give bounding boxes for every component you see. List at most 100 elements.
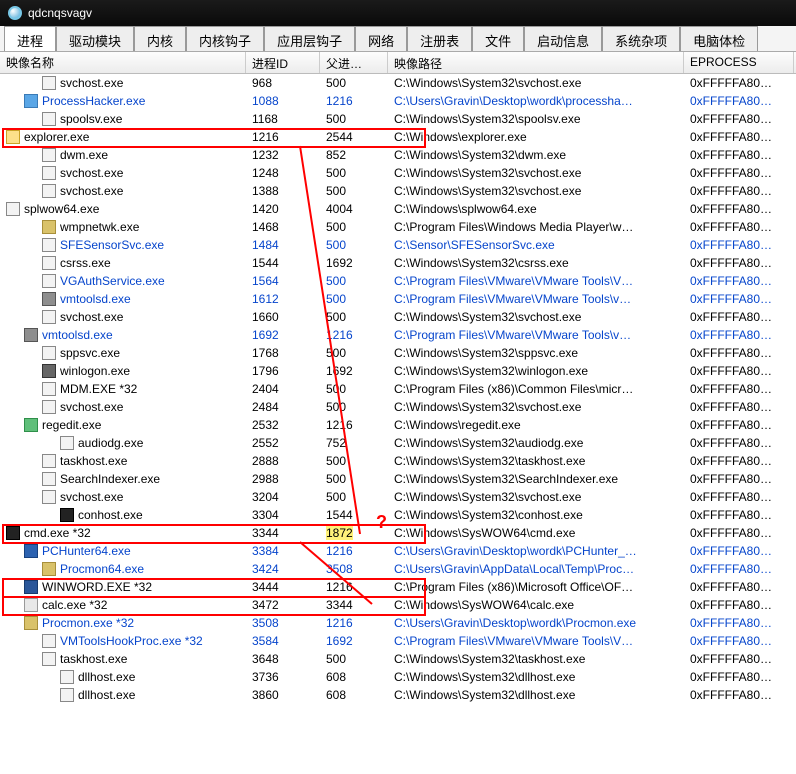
table-row[interactable]: Procmon.exe *3235081216C:\Users\Gravin\D… [0,614,796,632]
table-row[interactable]: SFESensorSvc.exe1484500C:\Sensor\SFESens… [0,236,796,254]
process-icon [42,346,56,360]
col-header-ppid[interactable]: 父进… [320,52,388,73]
eprocess-cell: 0xFFFFFA80… [684,308,794,326]
table-row[interactable]: wmpnetwk.exe1468500C:\Program Files\Wind… [0,218,796,236]
process-icon [42,220,56,234]
table-row[interactable]: PCHunter64.exe33841216C:\Users\Gravin\De… [0,542,796,560]
path-cell: C:\Program Files\VMware\VMware Tools\V… [388,632,684,650]
ppid-cell: 1216 [320,416,388,434]
pid-cell: 3860 [246,686,320,704]
table-row[interactable]: svchost.exe2484500C:\Windows\System32\sv… [0,398,796,416]
annotation-question-mark: ? [376,512,387,533]
process-icon [42,76,56,90]
table-row[interactable]: WINWORD.EXE *3234441216C:\Program Files … [0,578,796,596]
col-header-eprocess[interactable]: EPROCESS [684,52,794,73]
tab-10[interactable]: 电脑体检 [680,26,758,51]
process-icon [42,292,56,306]
process-name: VGAuthService.exe [60,272,165,290]
tab-7[interactable]: 文件 [472,26,524,51]
eprocess-cell: 0xFFFFFA80… [684,344,794,362]
table-row[interactable]: taskhost.exe2888500C:\Windows\System32\t… [0,452,796,470]
table-row[interactable]: svchost.exe1388500C:\Windows\System32\sv… [0,182,796,200]
process-icon [6,526,20,540]
table-row[interactable]: SearchIndexer.exe2988500C:\Windows\Syste… [0,470,796,488]
eprocess-cell: 0xFFFFFA80… [684,686,794,704]
process-icon [42,112,56,126]
tab-5[interactable]: 网络 [355,26,407,51]
ppid-cell: 1216 [320,578,388,596]
col-header-image-name[interactable]: 映像名称 [0,52,246,73]
eprocess-cell: 0xFFFFFA80… [684,632,794,650]
pid-cell: 3384 [246,542,320,560]
table-row[interactable]: vmtoolsd.exe16921216C:\Program Files\VMw… [0,326,796,344]
eprocess-cell: 0xFFFFFA80… [684,668,794,686]
eprocess-cell: 0xFFFFFA80… [684,578,794,596]
col-header-path[interactable]: 映像路径 [388,52,684,73]
process-name: PCHunter64.exe [42,542,131,560]
table-row[interactable]: Procmon64.exe34243508C:\Users\Gravin\App… [0,560,796,578]
process-icon [42,562,56,576]
pid-cell: 2888 [246,452,320,470]
table-row[interactable]: dllhost.exe3736608C:\Windows\System32\dl… [0,668,796,686]
table-row[interactable]: svchost.exe3204500C:\Windows\System32\sv… [0,488,796,506]
table-row[interactable]: cmd.exe *3233441872C:\Windows\SysWOW64\c… [0,524,796,542]
table-row[interactable]: explorer.exe12162544C:\Windows\explorer.… [0,128,796,146]
process-name: taskhost.exe [60,650,127,668]
ppid-cell: 500 [320,650,388,668]
tab-3[interactable]: 内核钩子 [186,26,264,51]
table-row[interactable]: VGAuthService.exe1564500C:\Program Files… [0,272,796,290]
path-cell: C:\Users\Gravin\Desktop\wordk\PCHunter_… [388,542,684,560]
ppid-cell: 852 [320,146,388,164]
eprocess-cell: 0xFFFFFA80… [684,200,794,218]
table-row[interactable]: dllhost.exe3860608C:\Windows\System32\dl… [0,686,796,704]
table-row[interactable]: splwow64.exe14204004C:\Windows\splwow64.… [0,200,796,218]
process-name: conhost.exe [78,506,143,524]
pid-cell: 3204 [246,488,320,506]
process-name: dllhost.exe [78,668,135,686]
eprocess-cell: 0xFFFFFA80… [684,362,794,380]
pid-cell: 1468 [246,218,320,236]
path-cell: C:\Windows\System32\dwm.exe [388,146,684,164]
table-row[interactable]: vmtoolsd.exe1612500C:\Program Files\VMwa… [0,290,796,308]
table-row[interactable]: svchost.exe1660500C:\Windows\System32\sv… [0,308,796,326]
table-row[interactable]: regedit.exe25321216C:\Windows\regedit.ex… [0,416,796,434]
table-row[interactable]: svchost.exe1248500C:\Windows\System32\sv… [0,164,796,182]
process-icon [24,94,38,108]
table-row[interactable]: svchost.exe968500C:\Windows\System32\svc… [0,74,796,92]
tab-1[interactable]: 驱动模块 [56,26,134,51]
process-icon [42,634,56,648]
col-header-pid[interactable]: 进程ID [246,52,320,73]
table-row[interactable]: conhost.exe33041544C:\Windows\System32\c… [0,506,796,524]
path-cell: C:\Windows\System32\svchost.exe [388,164,684,182]
process-icon [42,166,56,180]
process-name: taskhost.exe [60,452,127,470]
path-cell: C:\Program Files\VMware\VMware Tools\v… [388,326,684,344]
tab-0[interactable]: 进程 [4,26,56,51]
tab-4[interactable]: 应用层钩子 [264,26,355,51]
table-row[interactable]: MDM.EXE *322404500C:\Program Files (x86)… [0,380,796,398]
tab-9[interactable]: 系统杂项 [602,26,680,51]
table-row[interactable]: calc.exe *3234723344C:\Windows\SysWOW64\… [0,596,796,614]
eprocess-cell: 0xFFFFFA80… [684,614,794,632]
table-row[interactable]: dwm.exe1232852C:\Windows\System32\dwm.ex… [0,146,796,164]
table-row[interactable]: audiodg.exe2552752C:\Windows\System32\au… [0,434,796,452]
table-row[interactable]: VMToolsHookProc.exe *3235841692C:\Progra… [0,632,796,650]
tab-bar: 进程驱动模块内核内核钩子应用层钩子网络注册表文件启动信息系统杂项电脑体检 [0,26,796,52]
pid-cell: 3472 [246,596,320,614]
pid-cell: 3584 [246,632,320,650]
tab-6[interactable]: 注册表 [407,26,472,51]
table-row[interactable]: taskhost.exe3648500C:\Windows\System32\t… [0,650,796,668]
path-cell: C:\Windows\System32\svchost.exe [388,74,684,92]
table-row[interactable]: winlogon.exe17961692C:\Windows\System32\… [0,362,796,380]
table-row[interactable]: csrss.exe15441692C:\Windows\System32\csr… [0,254,796,272]
table-row[interactable]: spoolsv.exe1168500C:\Windows\System32\sp… [0,110,796,128]
table-row[interactable]: sppsvc.exe1768500C:\Windows\System32\spp… [0,344,796,362]
ppid-cell: 500 [320,110,388,128]
tab-8[interactable]: 启动信息 [524,26,602,51]
process-icon [42,400,56,414]
table-row[interactable]: ProcessHacker.exe10881216C:\Users\Gravin… [0,92,796,110]
tab-2[interactable]: 内核 [134,26,186,51]
process-name: Procmon.exe *32 [42,614,134,632]
ppid-cell: 500 [320,182,388,200]
pid-cell: 1248 [246,164,320,182]
